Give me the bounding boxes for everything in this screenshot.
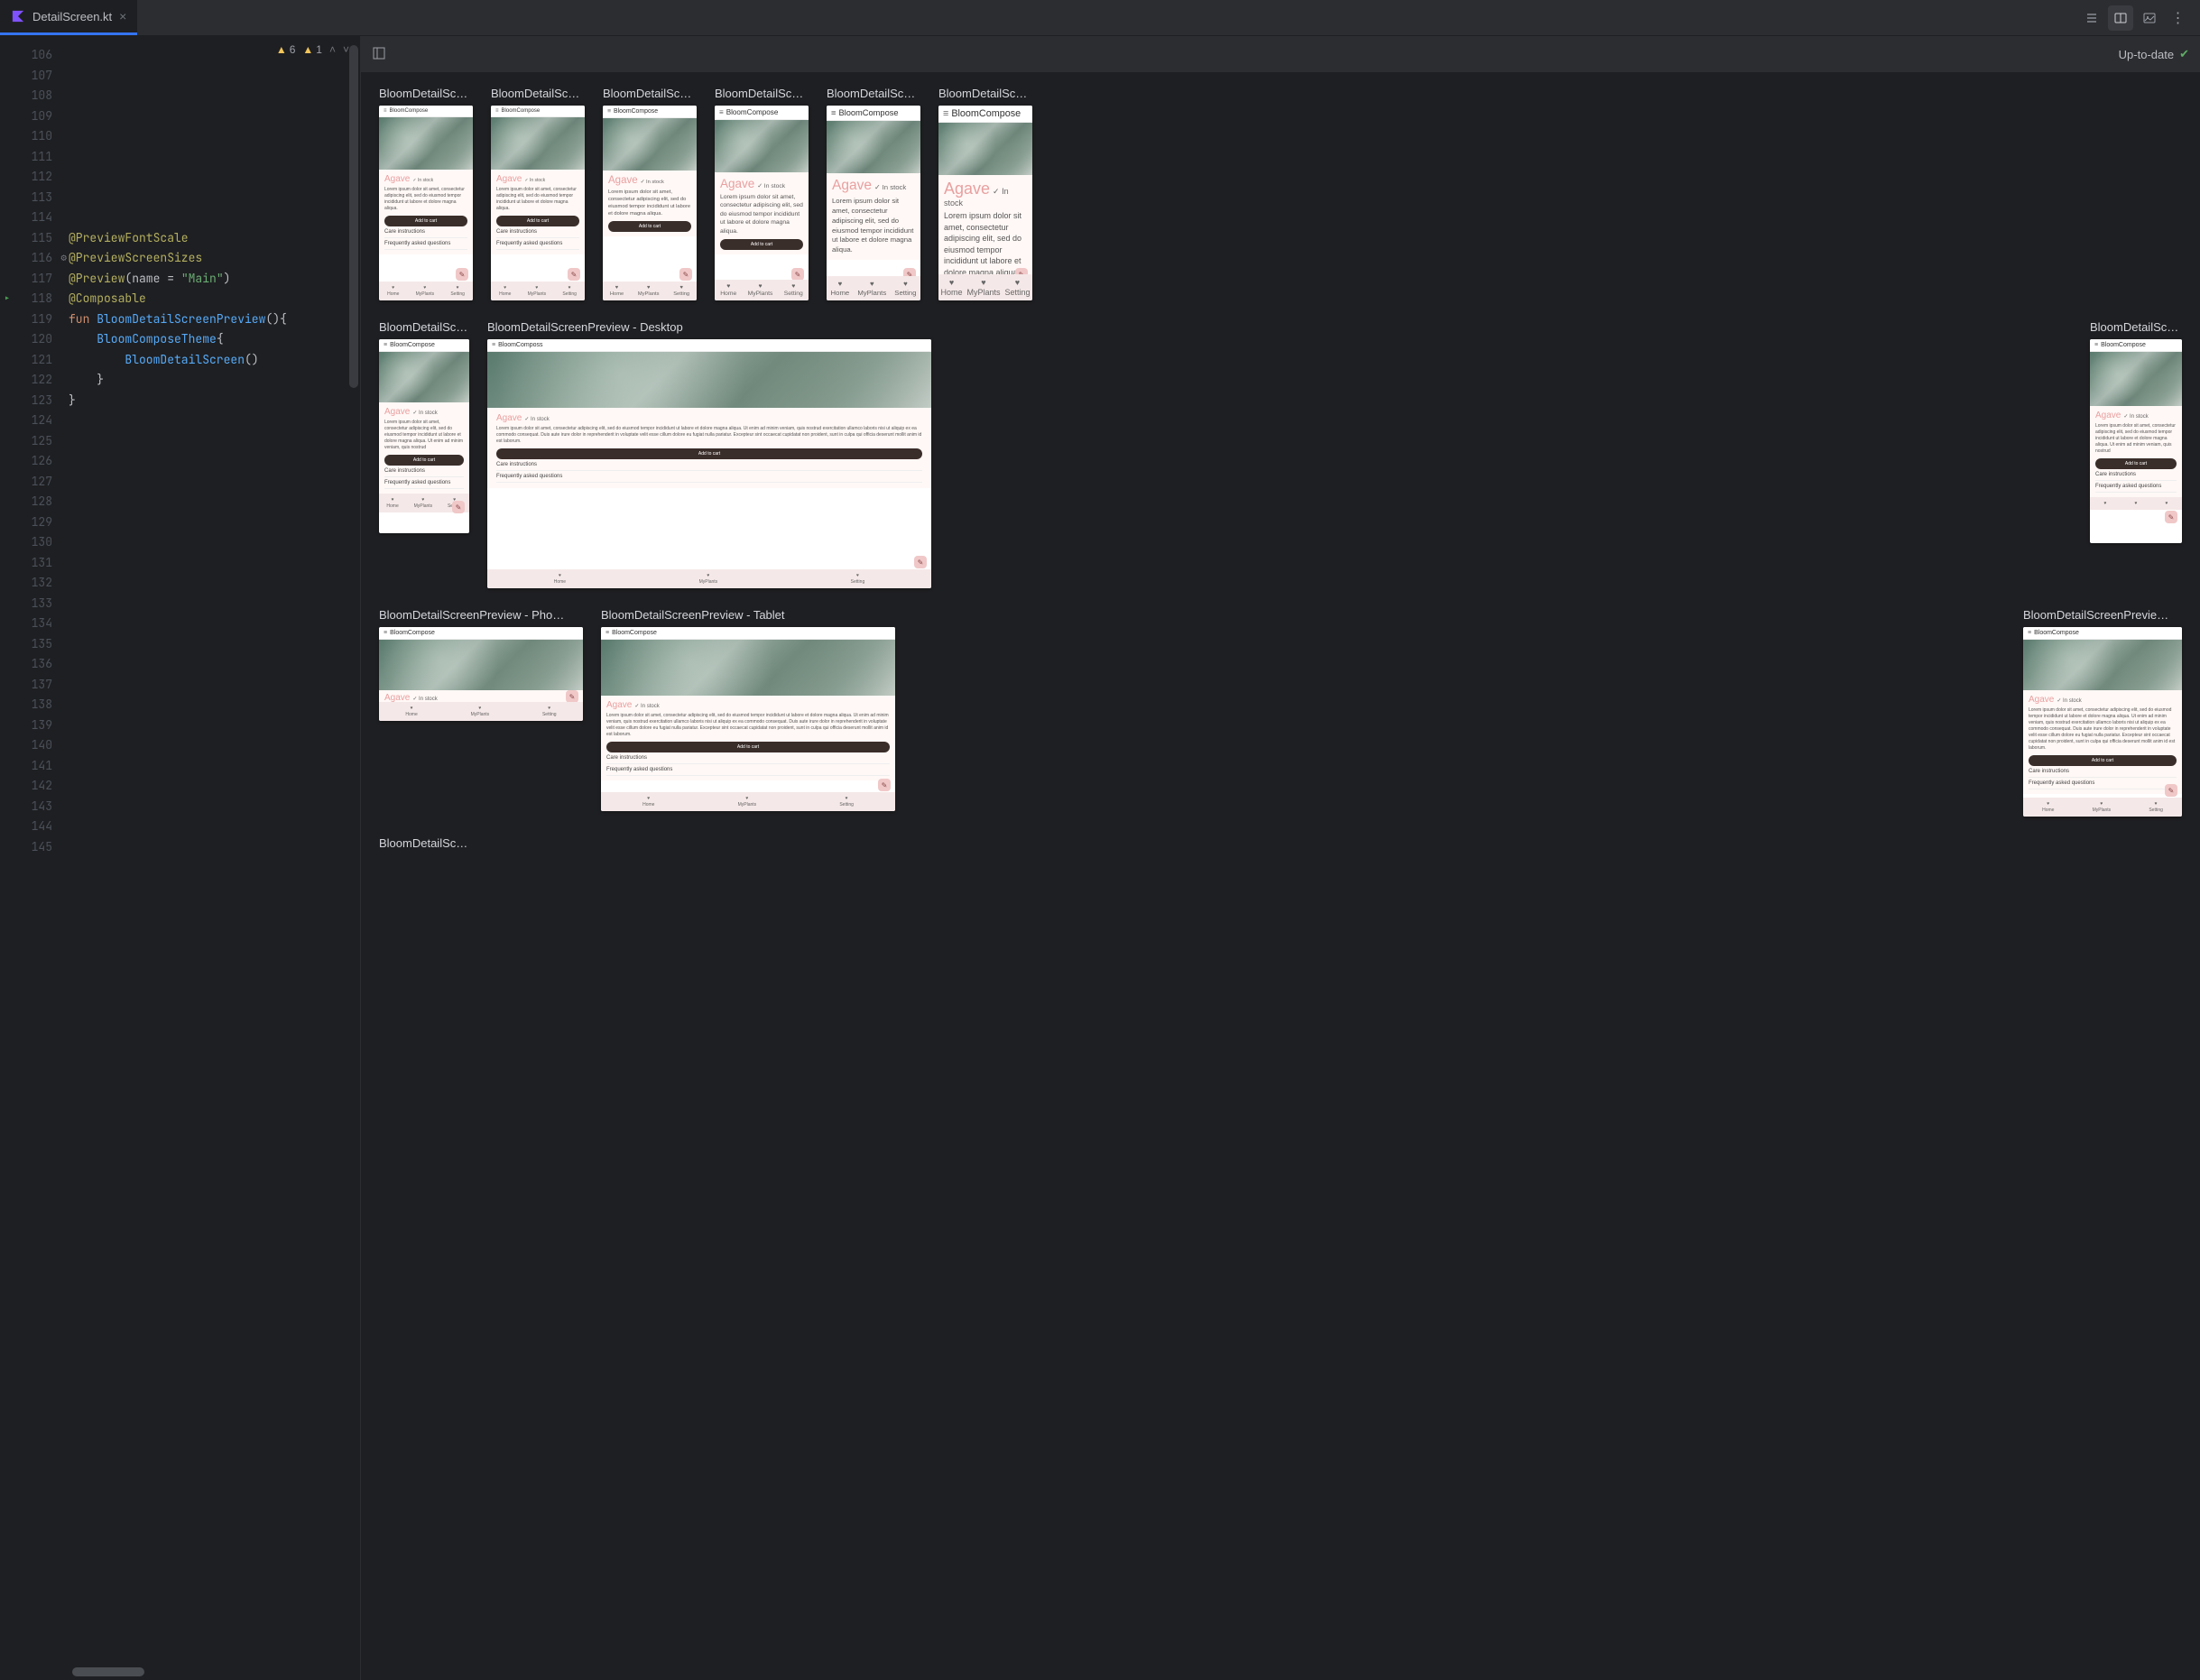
preview-label: BloomDetailScreenPreview - Desktop xyxy=(487,320,931,334)
view-split-icon[interactable] xyxy=(2108,5,2133,31)
preview-card[interactable]: ≡BloomCompose Agave✓ In stock Lorem ipsu… xyxy=(2090,339,2182,543)
preview-card[interactable]: ≡BloomComposeAgave✓ In stockLorem ipsum … xyxy=(491,106,585,300)
preview-label: BloomDetailScreenPreview - Pho… xyxy=(379,608,583,622)
preview-panel: Up-to-date ✔ BloomDetailSc… ≡BloomCompose… xyxy=(361,36,2200,1680)
preview-label: BloomDetailSc… xyxy=(491,87,585,100)
line-gutter: 106107108109110111112113114115116⚙117118… xyxy=(0,36,69,1680)
code-editor[interactable]: ▲6 ▲1 ˄ ˅ 106107108109110111112113114115… xyxy=(0,36,361,1680)
editor-tabs: DetailScreen.kt × ⋮ xyxy=(0,0,2200,36)
code-area[interactable]: @PreviewFontScale @PreviewScreenSizes @P… xyxy=(69,36,360,1680)
preview-label: BloomDetailSc… xyxy=(715,87,809,100)
preview-label: BloomDetailScreenPreview - Tablet xyxy=(601,608,895,622)
preview-card[interactable]: ≡BloomComposeAgave✓ In stockLorem ipsum … xyxy=(379,106,473,300)
warning-icon: ▲ xyxy=(302,43,313,56)
preview-label: BloomDetailSc… xyxy=(379,320,469,334)
preview-card[interactable]: ≡BloomComposeAgave✓ In stockLorem ipsum … xyxy=(715,106,809,300)
chevron-up-icon[interactable]: ˄ xyxy=(329,43,336,56)
preview-grid[interactable]: BloomDetailSc… ≡BloomComposeAgave✓ In sto… xyxy=(361,72,2200,1680)
preview-label: BloomDetailSc… xyxy=(827,87,920,100)
file-tab[interactable]: DetailScreen.kt × xyxy=(0,0,137,35)
preview-card[interactable]: ≡BloomComposeAgave✓ In stockLorem ipsum … xyxy=(603,106,697,300)
preview-card[interactable]: ≡BloomComposeAgave✓ In stockLorem ipsum … xyxy=(827,106,920,300)
preview-status: Up-to-date xyxy=(2119,48,2174,61)
more-icon[interactable]: ⋮ xyxy=(2166,5,2191,31)
preview-card[interactable]: ≡BloomCompose Agave✓ In stock ✎ ♥Home♥My… xyxy=(379,627,583,721)
view-list-icon[interactable] xyxy=(2079,5,2104,31)
tab-actions: ⋮ xyxy=(2079,5,2200,31)
preview-card[interactable]: ≡BloomCompose Agave✓ In stock Lorem ipsu… xyxy=(379,339,469,533)
weak-warning-icon: ▲ xyxy=(276,43,287,56)
preview-label: BloomDetailSc… xyxy=(379,836,487,850)
horizontal-scrollbar[interactable] xyxy=(72,1667,349,1676)
close-icon[interactable]: × xyxy=(119,9,126,23)
vertical-scrollbar[interactable] xyxy=(349,45,358,388)
chevron-down-icon[interactable]: ˅ xyxy=(343,43,349,56)
tab-filename: DetailScreen.kt xyxy=(32,10,112,23)
inspection-widget[interactable]: ▲6 ▲1 ˄ ˅ xyxy=(276,43,349,56)
preview-toolbar: Up-to-date ✔ xyxy=(361,36,2200,72)
kotlin-file-icon xyxy=(11,9,25,23)
preview-label: BloomDetailSc… xyxy=(379,87,473,100)
preview-card[interactable]: ≡BloomCompose Agave✓ In stock Lorem ipsu… xyxy=(601,627,895,811)
preview-label: BloomDetailSc… xyxy=(603,87,697,100)
preview-card[interactable]: ≡BloomCompose Agave✓ In stock Lorem ipsu… xyxy=(2023,627,2182,817)
preview-label: BloomDetailSc… xyxy=(938,87,1032,100)
layout-icon[interactable] xyxy=(372,46,386,63)
preview-card[interactable]: ≡BloomComposs Agave✓ In stock Lorem ipsu… xyxy=(487,339,931,588)
preview-label: BloomDetailScreenPrevie… xyxy=(2023,608,2182,622)
preview-card[interactable]: ≡BloomComposeAgave✓ In stockLorem ipsum … xyxy=(938,106,1032,300)
check-icon: ✔ xyxy=(2179,47,2189,61)
preview-label: BloomDetailSc… xyxy=(2090,320,2182,334)
view-design-icon[interactable] xyxy=(2137,5,2162,31)
